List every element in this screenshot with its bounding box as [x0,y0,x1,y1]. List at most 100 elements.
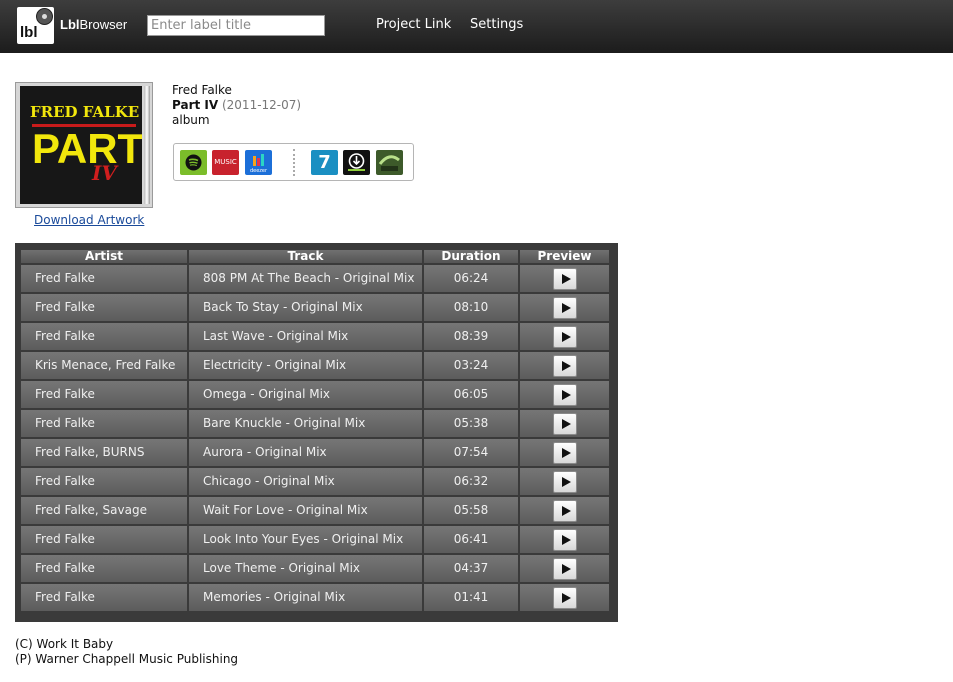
track-duration: 06:41 [424,526,518,553]
table-row: Fred Falke Chicago - Original Mix 06:32 [21,468,609,495]
track-title: Memories - Original Mix [189,584,422,611]
track-duration: 06:32 [424,468,518,495]
brand-bold: Lbl [60,17,80,32]
track-duration: 06:05 [424,381,518,408]
table-row: Fred Falke, Savage Wait For Love - Origin… [21,497,609,524]
play-preview-button[interactable] [552,296,577,319]
album-title-line: Part IV (2011-12-07) [172,98,301,112]
top-bar: lbl LblBrowser Project Link Settings [0,0,953,53]
track-duration: 04:37 [424,555,518,582]
play-preview-button[interactable] [552,441,577,464]
apple-music-icon[interactable]: MUSIC [212,150,239,175]
track-preview-cell [520,497,609,524]
play-preview-button[interactable] [552,557,577,580]
track-preview-cell [520,352,609,379]
cover-title-text: PART [32,125,142,172]
track-duration: 05:38 [424,410,518,437]
tracks-table-container: Artist Track Duration Preview Fred Falke… [15,243,618,622]
album-cover: FRED FALKE PART IV [15,82,153,208]
download-artwork-link[interactable]: Download Artwork [34,213,144,227]
deezer-icon[interactable]: deezer [245,150,272,175]
header-artist: Artist [21,250,187,263]
disc-icon [36,8,53,25]
cover-numeral-text: IV [92,161,117,185]
links-divider [293,149,295,176]
brand-rest: Browser [79,17,128,32]
track-preview-cell [520,410,609,437]
case-spine [144,86,150,204]
track-title: Look Into Your Eyes - Original Mix [189,526,422,553]
track-title: Bare Knuckle - Original Mix [189,410,422,437]
table-row: Fred Falke Love Theme - Original Mix 04:37 [21,555,609,582]
track-duration: 08:39 [424,323,518,350]
track-preview-cell [520,265,609,292]
track-duration: 05:58 [424,497,518,524]
nav-settings[interactable]: Settings [470,17,523,32]
play-preview-button[interactable] [552,325,577,348]
juno-download-icon[interactable] [376,150,403,175]
tracks-table: Artist Track Duration Preview Fred Falke… [19,248,611,613]
table-header-row: Artist Track Duration Preview [21,250,609,263]
play-preview-button[interactable] [552,586,577,609]
table-row: Fred Falke, BURNS Aurora - Original Mix 07… [21,439,609,466]
track-artist: Kris Menace, Fred Falke [21,352,187,379]
track-title: Electricity - Original Mix [189,352,422,379]
play-preview-button[interactable] [552,412,577,435]
track-title: 808 PM At The Beach - Original Mix [189,265,422,292]
track-artist: Fred Falke [21,410,187,437]
track-duration: 01:41 [424,584,518,611]
track-artist: Fred Falke [21,584,187,611]
track-preview-cell [520,323,609,350]
table-row: Fred Falke Bare Knuckle - Original Mix 05:… [21,410,609,437]
play-preview-button[interactable] [552,354,577,377]
copyright-line: (C) Work It Baby [15,637,114,651]
album-date: (2011-12-07) [221,98,302,112]
table-row: Fred Falke Look Into Your Eyes - Original… [21,526,609,553]
track-artist: Fred Falke [21,323,187,350]
logo-text: lbl [20,24,38,41]
spotify-icon[interactable] [180,150,207,175]
header-preview: Preview [520,250,609,263]
track-artist: Fred Falke [21,468,187,495]
nav-project-link[interactable]: Project Link [376,17,451,32]
track-title: Back To Stay - Original Mix [189,294,422,321]
track-preview-cell [520,381,609,408]
play-preview-button[interactable] [552,267,577,290]
table-row: Fred Falke Last Wave - Original Mix 08:39 [21,323,609,350]
7digital-icon[interactable]: 7 [311,150,338,175]
track-preview-cell [520,439,609,466]
play-preview-button[interactable] [552,470,577,493]
track-preview-cell [520,584,609,611]
track-preview-cell [520,294,609,321]
album-type: album [172,113,210,127]
cover-art: FRED FALKE PART IV [20,86,142,204]
play-preview-button[interactable] [552,499,577,522]
table-row: Fred Falke Back To Stay - Original Mix 08:… [21,294,609,321]
table-row: Kris Menace, Fred Falke Electricity - Ori… [21,352,609,379]
track-artist: Fred Falke, BURNS [21,439,187,466]
brand-name[interactable]: LblBrowser [60,17,127,32]
track-title: Love Theme - Original Mix [189,555,422,582]
beatport-icon[interactable] [343,150,370,175]
track-artist: Fred Falke [21,381,187,408]
publishing-line: (P) Warner Chappell Music Publishing [15,652,239,666]
track-duration: 07:54 [424,439,518,466]
track-duration: 08:10 [424,294,518,321]
lbl-logo[interactable]: lbl [17,7,54,44]
play-preview-button[interactable] [552,383,577,406]
track-artist: Fred Falke, Savage [21,497,187,524]
track-duration: 06:24 [424,265,518,292]
track-artist: Fred Falke [21,265,187,292]
label-search-input[interactable] [147,15,325,36]
track-preview-cell [520,526,609,553]
deezer-label: deezer [250,168,268,174]
header-duration: Duration [424,250,518,263]
track-preview-cell [520,468,609,495]
cover-artist-text: FRED FALKE [30,103,140,121]
album-artist: Fred Falke [172,83,232,97]
play-preview-button[interactable] [552,528,577,551]
store-links: MUSIC deezer 7 [173,143,414,181]
album-title: Part IV [172,98,219,112]
table-row: Fred Falke Memories - Original Mix 01:41 [21,584,609,611]
track-title: Last Wave - Original Mix [189,323,422,350]
